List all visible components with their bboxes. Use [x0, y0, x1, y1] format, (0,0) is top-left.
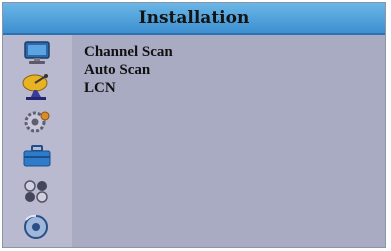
satellite-dish-icon[interactable]: [20, 73, 54, 101]
category-sidebar: [3, 35, 72, 247]
menu-item-channel-scan[interactable]: Channel Scan: [84, 43, 173, 61]
gear-icon[interactable]: [20, 108, 54, 136]
game-icon[interactable]: [20, 177, 54, 205]
menu-item-lcn[interactable]: LCN: [84, 79, 116, 97]
monitor-icon[interactable]: [20, 39, 54, 67]
menu-item-auto-scan[interactable]: Auto Scan: [84, 61, 150, 79]
installation-window: Installation Channel Scan Auto Scan LCN: [2, 2, 386, 248]
menu-panel: Channel Scan Auto Scan LCN: [72, 35, 385, 247]
disc-icon[interactable]: [20, 212, 54, 240]
window-title: Installation: [3, 3, 385, 35]
toolbox-icon[interactable]: [20, 142, 54, 170]
